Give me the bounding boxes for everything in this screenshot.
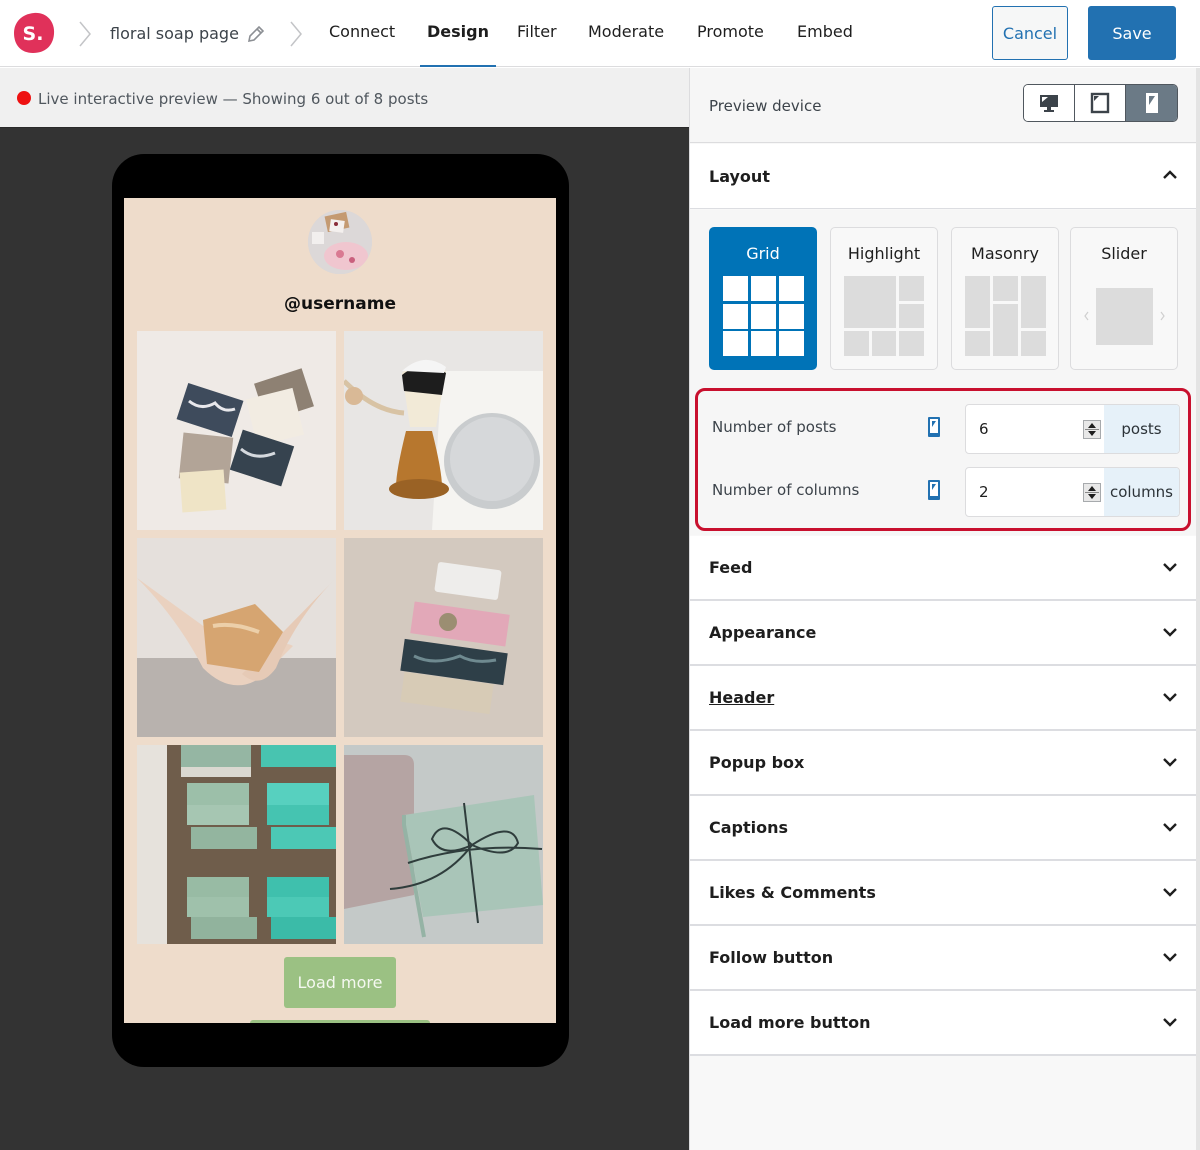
feed-post-4[interactable]: [344, 538, 543, 737]
preview-device-row: Preview device: [690, 68, 1197, 143]
grid-layout-icon: [723, 276, 804, 356]
tab-design[interactable]: Design: [420, 22, 496, 67]
chevron-down-icon[interactable]: [1161, 753, 1179, 771]
slider-layout-icon: [1084, 288, 1165, 345]
section-follow-button[interactable]: Follow button: [690, 926, 1197, 991]
layout-option-highlight[interactable]: Highlight: [830, 227, 938, 370]
app-logo[interactable]: S.: [12, 11, 56, 55]
top-bar: S. floral soap page Connect Design Filte…: [0, 0, 1200, 67]
tablet-icon: [1090, 92, 1110, 114]
number-of-columns-label: Number of columns: [712, 481, 860, 499]
feed-preview: @username Load more: [124, 198, 556, 1023]
number-of-posts-unit: posts: [1104, 405, 1179, 453]
section-header[interactable]: Header: [690, 666, 1197, 731]
chevron-down-icon[interactable]: [1161, 688, 1179, 706]
section-title: Feed: [709, 558, 753, 577]
logo-text: S.: [23, 23, 44, 45]
tab-connect[interactable]: Connect: [329, 22, 395, 67]
section-load-more-button[interactable]: Load more button: [690, 991, 1197, 1056]
tab-promote[interactable]: Promote: [697, 22, 764, 67]
feed-post-1[interactable]: [137, 331, 336, 530]
sidebar-scrollbar[interactable]: [1196, 68, 1200, 1150]
number-of-columns-spinner[interactable]: [1083, 483, 1101, 502]
highlight-layout-icon: [844, 276, 924, 356]
layout-option-label: Slider: [1101, 244, 1147, 263]
feed-post-2[interactable]: [344, 331, 543, 530]
device-phone-button[interactable]: [1126, 85, 1177, 121]
chevron-down-icon[interactable]: [1161, 1013, 1179, 1031]
follow-button-partial[interactable]: [250, 1020, 430, 1023]
section-layout[interactable]: Layout: [690, 144, 1197, 209]
desktop-icon: [1040, 95, 1058, 112]
device-desktop-button[interactable]: [1024, 85, 1075, 121]
settings-sidebar: Preview device Layout Grid Highlight Mas…: [689, 68, 1200, 1150]
section-likes-comments[interactable]: Likes & Comments: [690, 861, 1197, 926]
section-title: Likes & Comments: [709, 883, 876, 902]
layout-settings: Grid Highlight Masonry Slider Number of …: [690, 210, 1197, 535]
tab-filter[interactable]: Filter: [517, 22, 557, 67]
layout-option-masonry[interactable]: Masonry: [951, 227, 1059, 370]
highlighted-fields-box: Number of posts posts Number of columns …: [695, 388, 1191, 531]
save-button[interactable]: Save: [1088, 6, 1176, 60]
load-more-button[interactable]: Load more: [284, 957, 396, 1008]
preview-device-label: Preview device: [709, 97, 822, 115]
section-feed[interactable]: Feed: [690, 536, 1197, 601]
layout-option-label: Highlight: [847, 244, 921, 263]
phone-frame: @username Load more: [112, 154, 569, 1067]
feed-name: floral soap page: [110, 24, 239, 43]
feed-post-3[interactable]: [137, 538, 336, 737]
section-title: Popup box: [709, 753, 805, 772]
layout-option-grid[interactable]: Grid: [709, 227, 817, 370]
device-tablet-button[interactable]: [1075, 85, 1126, 121]
phone-icon: [1145, 93, 1158, 113]
number-of-posts-label: Number of posts: [712, 418, 837, 436]
tab-embed[interactable]: Embed: [797, 22, 853, 67]
section-layout-title: Layout: [709, 167, 770, 186]
layout-option-slider[interactable]: Slider: [1070, 227, 1178, 370]
feed-post-5[interactable]: [137, 745, 336, 944]
section-appearance[interactable]: Appearance: [690, 601, 1197, 666]
chevron-down-icon[interactable]: [1161, 948, 1179, 966]
chevron-down-icon[interactable]: [1161, 818, 1179, 836]
number-of-posts-input[interactable]: posts: [965, 404, 1180, 454]
cancel-button[interactable]: Cancel: [992, 6, 1068, 60]
section-title: Header: [709, 688, 775, 707]
number-of-columns-row: Number of columns columns: [698, 467, 1188, 517]
feed-username: @username: [284, 294, 396, 314]
breadcrumb-chevron-icon: [289, 20, 303, 48]
edit-pencil-icon[interactable]: [246, 24, 266, 44]
chevron-down-icon[interactable]: [1161, 558, 1179, 576]
preview-area: Live interactive preview — Showing 6 out…: [0, 68, 689, 1150]
phone-device-icon[interactable]: [928, 480, 940, 500]
layout-option-label: Grid: [746, 244, 780, 263]
live-indicator-icon: [17, 91, 31, 105]
chevron-down-icon[interactable]: [1161, 883, 1179, 901]
breadcrumb-chevron-icon: [78, 20, 92, 48]
section-title: Load more button: [709, 1013, 871, 1032]
section-popup-box[interactable]: Popup box: [690, 731, 1197, 796]
profile-avatar[interactable]: [308, 210, 372, 274]
number-of-posts-spinner[interactable]: [1083, 420, 1101, 439]
section-title: Captions: [709, 818, 789, 837]
feed-post-6[interactable]: [344, 745, 543, 944]
section-title: Follow button: [709, 948, 834, 967]
layout-option-label: Masonry: [971, 244, 1039, 263]
section-captions[interactable]: Captions: [690, 796, 1197, 861]
tab-moderate[interactable]: Moderate: [588, 22, 664, 67]
chevron-up-icon[interactable]: [1161, 166, 1179, 184]
preview-status-bar: Live interactive preview — Showing 6 out…: [0, 68, 689, 128]
number-of-columns-unit: columns: [1104, 468, 1179, 516]
masonry-layout-icon: [965, 276, 1046, 356]
number-of-columns-input[interactable]: columns: [965, 467, 1180, 517]
section-title: Appearance: [709, 623, 817, 642]
phone-device-icon[interactable]: [928, 417, 940, 437]
preview-status-text: Live interactive preview — Showing 6 out…: [38, 90, 429, 108]
device-switcher: [1023, 84, 1178, 122]
chevron-down-icon[interactable]: [1161, 623, 1179, 641]
number-of-posts-row: Number of posts posts: [698, 404, 1188, 454]
